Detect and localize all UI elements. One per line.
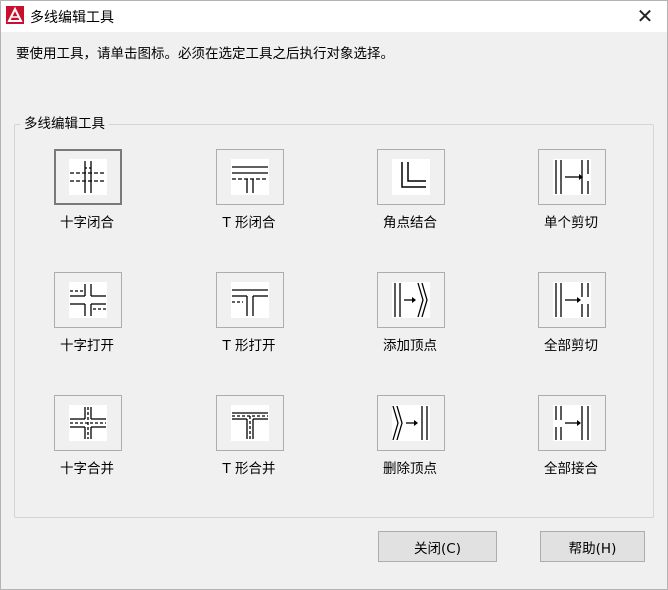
tool-label: 十字闭合 [60, 215, 114, 231]
merged-cross-icon [70, 407, 106, 439]
tool-label: 角点结合 [383, 215, 437, 231]
tool-label: 删除顶点 [383, 461, 437, 477]
cut-all-icon [555, 283, 589, 317]
tool-label: 十字打开 [60, 338, 114, 354]
tool-label: 全部接合 [544, 461, 598, 477]
merged-tee-icon [232, 412, 268, 439]
weld-all-icon [555, 406, 589, 440]
window-title: 多线编辑工具 [30, 10, 114, 26]
title-bar: 多线编辑工具 ✕ [0, 0, 668, 32]
tool-label: 添加顶点 [383, 338, 437, 354]
corner-joint-icon [401, 162, 426, 188]
closed-tee-button[interactable] [216, 149, 284, 205]
instruction-text: 要使用工具，请单击图标。必须在选定工具之后执行对象选择。 [16, 46, 394, 62]
close-icon: ✕ [636, 4, 654, 28]
cut-single-icon [555, 160, 589, 194]
merged-cross-button[interactable] [54, 395, 122, 451]
weld-all-button[interactable] [538, 395, 606, 451]
tool-label: 单个剪切 [544, 215, 598, 231]
autocad-logo-icon [6, 6, 24, 24]
help-button[interactable]: 帮助(H) [540, 531, 645, 562]
close-button[interactable]: 关闭(C) [378, 531, 497, 562]
cut-single-button[interactable] [538, 149, 606, 205]
add-vertex-button[interactable] [377, 272, 445, 328]
delete-vertex-icon [392, 405, 428, 441]
tools-group-label: 多线编辑工具 [20, 112, 109, 132]
close-window-button[interactable]: ✕ [622, 0, 668, 32]
merged-tee-button[interactable] [216, 395, 284, 451]
closed-tee-icon [232, 166, 268, 193]
open-tee-button[interactable] [216, 272, 284, 328]
tool-label: 十字合并 [60, 461, 114, 477]
tool-label: T 形打开 [222, 338, 276, 354]
tool-label: T 形合并 [222, 461, 276, 477]
tool-label: T 形闭合 [222, 215, 276, 231]
closed-cross-button[interactable] [54, 149, 122, 205]
open-tee-icon [232, 289, 268, 316]
add-vertex-icon [394, 282, 428, 318]
open-cross-button[interactable] [54, 272, 122, 328]
closed-cross-icon [70, 161, 106, 193]
open-cross-icon [70, 284, 106, 316]
delete-vertex-button[interactable] [377, 395, 445, 451]
tool-label: 全部剪切 [544, 338, 598, 354]
corner-joint-button[interactable] [377, 149, 445, 205]
cut-all-button[interactable] [538, 272, 606, 328]
